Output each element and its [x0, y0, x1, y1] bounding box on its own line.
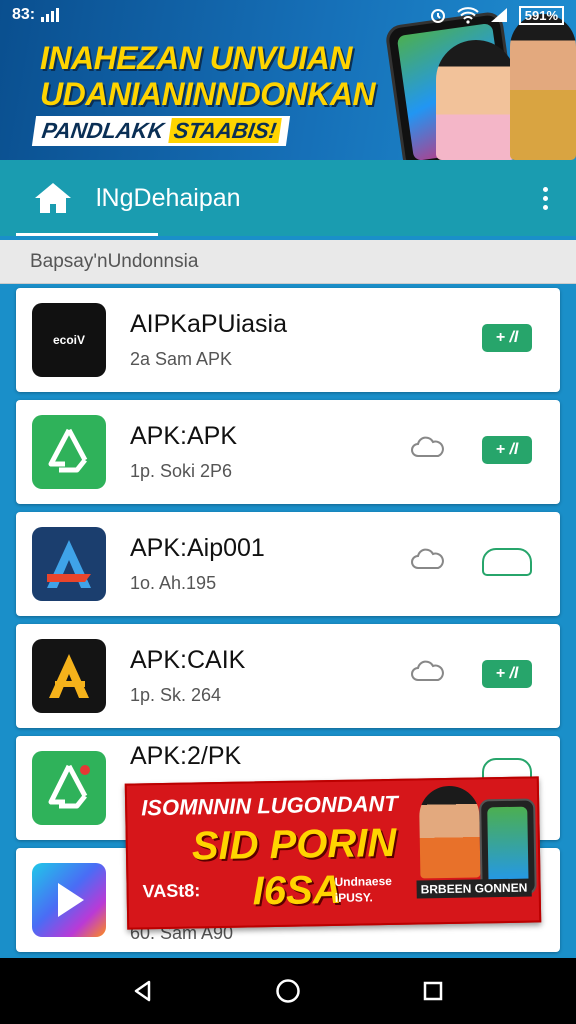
- alarm-icon: [430, 9, 445, 23]
- cloud-icon[interactable]: [410, 548, 446, 572]
- top-ad-line3b: STAABIS!: [168, 118, 283, 143]
- top-ad-line1: INAHEZAN UNVUIAN: [40, 40, 353, 76]
- ad-person-image: [436, 40, 516, 160]
- ad-kid-image: [418, 785, 481, 879]
- green-app-icon: [32, 751, 106, 825]
- top-ad-line2: UDANIANINNDONKAN: [40, 76, 376, 112]
- status-time: 83:: [12, 6, 36, 23]
- home-circle-icon[interactable]: [270, 973, 306, 1009]
- battery-indicator: 591%: [518, 5, 564, 25]
- app-meta: 1p. Sk. 264: [130, 685, 222, 705]
- section-header: Bapsay'nUndonnsia: [0, 240, 576, 284]
- app-meta: 2a Sam APK: [130, 349, 233, 369]
- download-button[interactable]: + /l: [482, 324, 532, 352]
- app-name: APK:APK: [130, 422, 237, 450]
- app-name: APK:CAIK: [130, 646, 246, 674]
- app-list-item[interactable]: APK:CAIK 1p. Sk. 264 + /l: [16, 624, 560, 728]
- app-title: lNgDehaipan: [96, 183, 241, 212]
- signal-icon: [41, 8, 60, 22]
- more-vertical-icon[interactable]: [543, 186, 548, 210]
- cloud-icon[interactable]: [410, 436, 446, 460]
- a-logo-app-icon: [32, 527, 106, 601]
- home-icon[interactable]: [30, 175, 76, 221]
- bottom-ad-line4: I6SA: [252, 867, 342, 914]
- download-button[interactable]: [482, 548, 532, 576]
- app-bar: lNgDehaipan: [0, 160, 576, 236]
- top-ad-line3: PANDLAKK STAABIS!: [31, 116, 291, 146]
- app-meta: 1o. Ah.195: [130, 573, 217, 593]
- back-icon[interactable]: [125, 973, 161, 1009]
- app-meta: 1p. Soki 2P6: [130, 461, 233, 481]
- recycle-app-icon: [32, 415, 106, 489]
- cloud-icon[interactable]: [410, 660, 446, 684]
- bottom-ad-line2: SID PORIN: [191, 820, 397, 869]
- play-app-icon: [32, 863, 106, 937]
- app-name: APK:Aip001: [130, 534, 265, 562]
- bottom-ad-tag: BRBEEN GONNEN: [416, 878, 532, 899]
- bottom-ad-line1: ISOMNNIN LUGONDANT: [140, 790, 399, 821]
- app-list-item[interactable]: ecoiV AIPKaPUiasia 2a Sam APK + /l: [16, 288, 560, 392]
- bottom-ad-line5: Undnaese iPUSY.: [334, 873, 392, 905]
- top-ad-line3a: PANDLAKK: [40, 118, 166, 143]
- app-list-item[interactable]: APK:APK 1p. Soki 2P6 + /l: [16, 400, 560, 504]
- status-bar: 83: 591%: [0, 0, 576, 30]
- bottom-ad-line3: VASt8:: [142, 880, 201, 902]
- ad-person-image-2: [510, 14, 576, 160]
- app-name: AIPKaPUiasia: [130, 310, 288, 338]
- cell-signal-icon: [490, 8, 507, 22]
- download-button[interactable]: + /l: [482, 436, 532, 464]
- wifi-icon: [457, 7, 479, 24]
- app-name: APK:2/PK: [130, 742, 242, 770]
- download-button[interactable]: + /l: [482, 660, 532, 688]
- bottom-ad-banner[interactable]: ISOMNNIN LUGONDANT SID PORIN VASt8: I6SA…: [124, 776, 542, 930]
- gold-a-app-icon: [32, 639, 106, 713]
- system-nav-bar: [0, 958, 576, 1024]
- recents-icon[interactable]: [415, 973, 451, 1009]
- app-icon-black: ecoiV: [32, 303, 106, 377]
- active-tab-indicator: [16, 233, 158, 236]
- app-list-item[interactable]: APK:Aip001 1o. Ah.195: [16, 512, 560, 616]
